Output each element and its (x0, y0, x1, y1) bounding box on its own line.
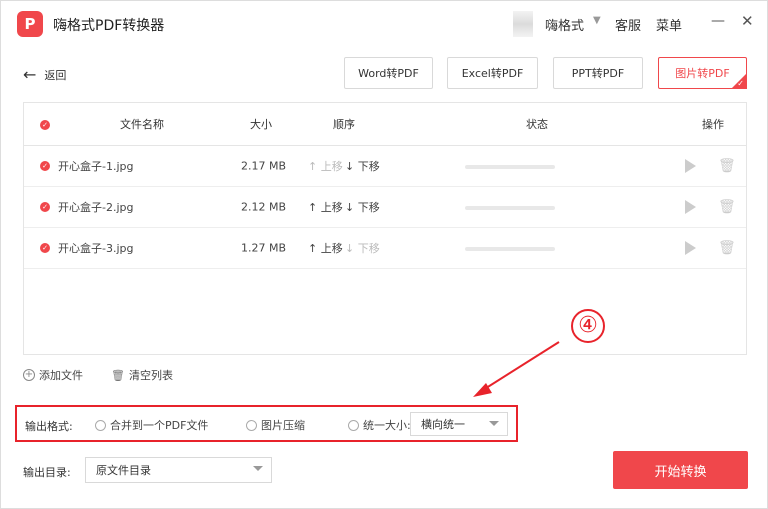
check-icon: ✓ (737, 79, 744, 88)
annotation-arrow (473, 341, 560, 397)
app-window: P 嗨格式PDF转换器 嗨格式 ▼ 客服 菜单 — ✕ ← 返回 Word转PD… (0, 0, 768, 509)
